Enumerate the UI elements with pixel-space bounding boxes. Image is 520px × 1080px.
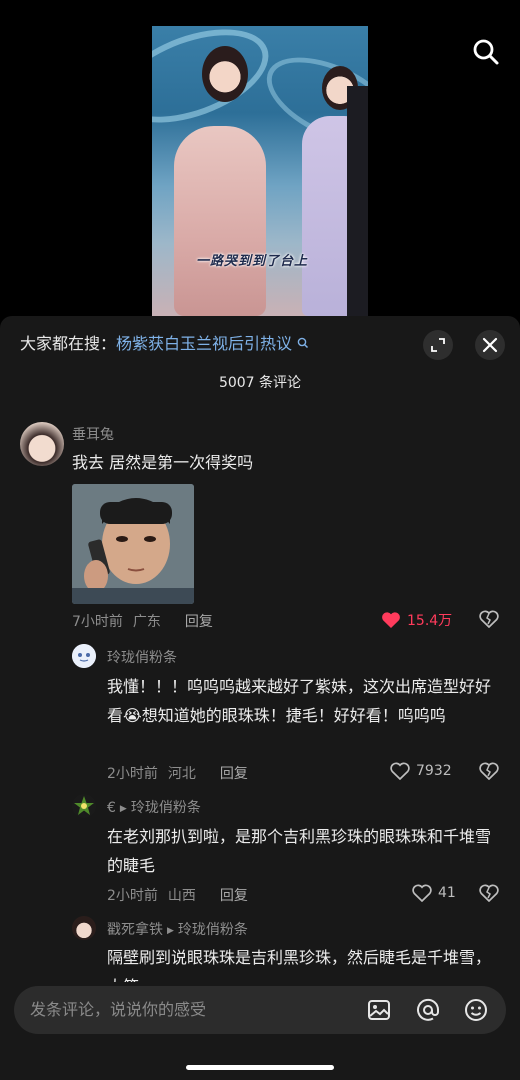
at-mention-icon <box>417 998 440 1021</box>
reply-username-text: 戳死拿铁 <box>107 922 163 938</box>
reply-arrow-icon: ▶ <box>167 926 174 936</box>
reply-username[interactable]: 戳死拿铁 ▶ 玲珑俏粉条 <box>107 919 248 939</box>
emoji-button[interactable] <box>463 997 489 1023</box>
image-icon <box>368 1000 390 1020</box>
reply-to-username: 玲珑俏粉条 <box>177 922 248 938</box>
image-button[interactable] <box>366 997 392 1023</box>
comment-input[interactable]: 发条评论，说说你的感受 <box>30 986 206 1034</box>
reply-text: 隔壁刷到说眼珠珠是吉利黑珍珠，然后睫毛是千堆雪，大笑 <box>107 948 492 982</box>
reply-item: 戳死拿铁 ▶玲珑俏粉条 隔壁刷到说眼珠珠是吉利黑珍珠，然后睫毛是千堆雪，大笑 <box>0 0 520 982</box>
home-indicator[interactable] <box>186 1065 334 1070</box>
mention-button[interactable] <box>415 997 441 1023</box>
emoji-icon <box>465 999 487 1021</box>
comment-input-bar[interactable]: 发条评论，说说你的感受 <box>14 986 506 1034</box>
avatar[interactable] <box>72 916 96 940</box>
